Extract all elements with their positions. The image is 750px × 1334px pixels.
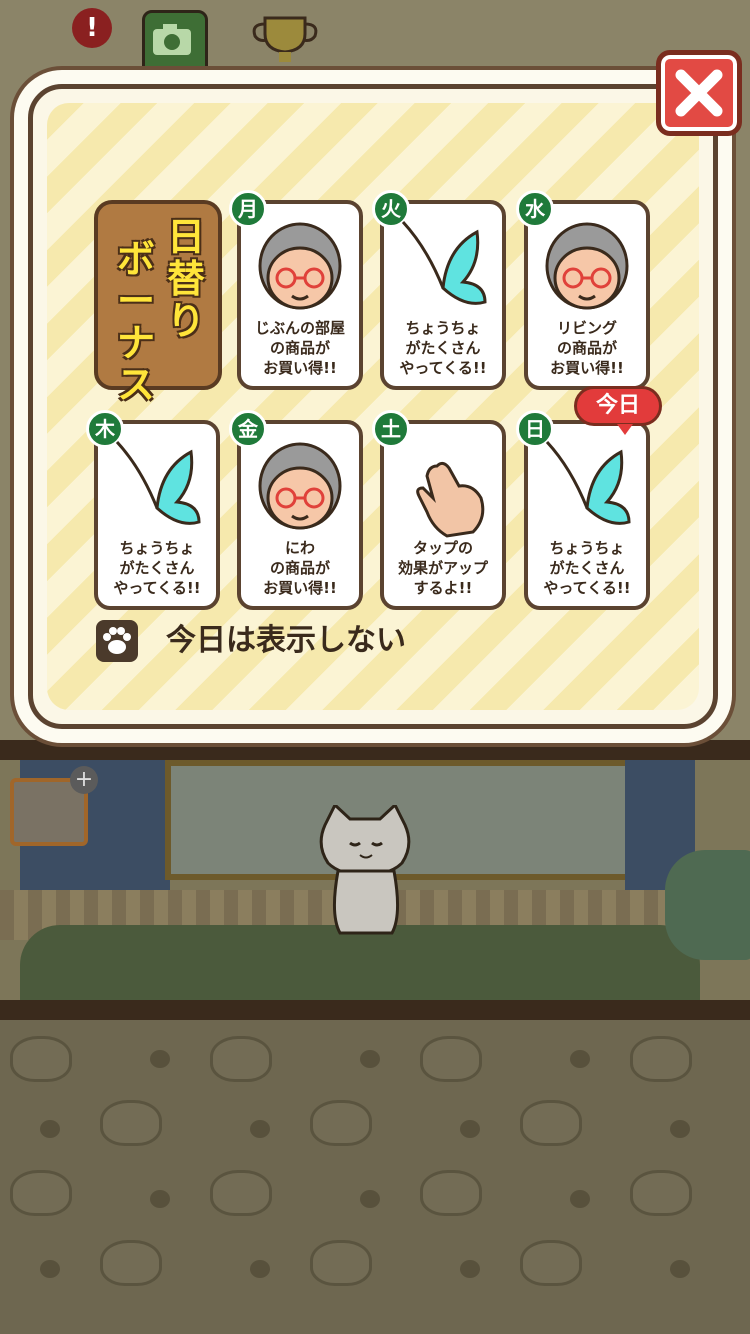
paw-checkbox[interactable] bbox=[96, 620, 138, 662]
paw-pattern-icon bbox=[150, 1190, 170, 1208]
camera-icon bbox=[153, 24, 191, 55]
day-card-friday: 金 にわ の商品が お買い得!! bbox=[229, 410, 363, 610]
cat-pattern-icon bbox=[630, 1170, 692, 1216]
room-view: + bbox=[0, 760, 750, 1010]
paw-icon bbox=[103, 627, 131, 654]
cat-pattern-floor bbox=[0, 1020, 750, 1334]
paw-pattern-icon bbox=[360, 1190, 380, 1208]
zoom-frame-button[interactable]: + bbox=[10, 766, 98, 846]
day-card-wednesday: 水 リビング の商品が お買い得!! bbox=[516, 190, 650, 390]
cat-pattern-icon bbox=[10, 1170, 72, 1216]
day-card-saturday: 土 タップの 効果がアップ するよ!! bbox=[372, 410, 506, 610]
day-card-monday: 月 じぶんの部屋 の商品が お買い得!! bbox=[229, 190, 363, 390]
tap-hand-icon bbox=[416, 461, 485, 538]
paw-pattern-icon bbox=[150, 1050, 170, 1068]
day-caption: ちょうちょ がたくさん やってくる!! bbox=[113, 539, 201, 597]
room-divider-lower bbox=[0, 1000, 750, 1020]
paw-pattern-icon bbox=[250, 1260, 270, 1278]
cat-pattern-icon bbox=[210, 1036, 272, 1082]
grandma-icon bbox=[545, 222, 629, 310]
cat-pattern-icon bbox=[210, 1170, 272, 1216]
day-caption: ちょうちょ がたくさん やってくる!! bbox=[543, 539, 631, 597]
day-card-thursday: 木 ちょうちょ がたくさん やってくる!! bbox=[86, 410, 220, 610]
close-button[interactable] bbox=[656, 50, 742, 136]
cat-pattern-icon bbox=[420, 1170, 482, 1216]
daily-bonus-title-board: 日替り ボーナス bbox=[94, 200, 222, 406]
cat-pattern-icon bbox=[310, 1100, 372, 1146]
cat-pattern-icon bbox=[630, 1036, 692, 1082]
butterfly-icon bbox=[115, 440, 201, 525]
magnifier-icon: + bbox=[70, 766, 98, 794]
butterfly-icon bbox=[401, 220, 487, 305]
room-divider bbox=[0, 740, 750, 760]
paw-pattern-icon bbox=[460, 1260, 480, 1278]
cat-pattern-icon bbox=[520, 1100, 582, 1146]
day-caption: にわ の商品が お買い得!! bbox=[263, 539, 337, 597]
paw-pattern-icon bbox=[460, 1120, 480, 1138]
paw-pattern-icon bbox=[40, 1120, 60, 1138]
cat-pattern-icon bbox=[520, 1240, 582, 1286]
paw-pattern-icon bbox=[570, 1050, 590, 1068]
day-caption: ちょうちょ がたくさん やってくる!! bbox=[399, 319, 487, 377]
title-line-2: ボーナス bbox=[116, 237, 155, 407]
cat-pattern-icon bbox=[10, 1036, 72, 1082]
today-badge: 今日 bbox=[574, 386, 662, 435]
day-caption: リビング の商品が お買い得!! bbox=[550, 319, 624, 377]
day-card-sunday: 日 ちょうちょ がたくさん やってくる!! bbox=[516, 410, 650, 610]
alert-icon[interactable]: ! bbox=[72, 8, 112, 48]
close-x-icon bbox=[675, 69, 723, 117]
grandma-icon bbox=[258, 222, 342, 310]
cat-pattern-icon bbox=[420, 1036, 482, 1082]
trophy-button[interactable] bbox=[245, 10, 325, 70]
grandma-icon bbox=[258, 442, 342, 530]
cat-sprite[interactable] bbox=[310, 805, 420, 940]
cat-pattern-icon bbox=[100, 1240, 162, 1286]
trophy-icon bbox=[252, 16, 318, 62]
camera-button[interactable] bbox=[142, 10, 208, 76]
paw-pattern-icon bbox=[670, 1260, 690, 1278]
paw-pattern-icon bbox=[570, 1190, 590, 1208]
day-caption: じぶんの部屋 の商品が お買い得!! bbox=[254, 319, 345, 377]
dont-show-label: 今日は表示しない bbox=[166, 623, 406, 658]
title-line-1: 日替り bbox=[166, 215, 205, 343]
paw-pattern-icon bbox=[250, 1120, 270, 1138]
day-caption: タップの 効果がアップ するよ!! bbox=[397, 539, 488, 597]
day-card-tuesday: 火 ちょうちょ がたくさん やってくる!! bbox=[372, 190, 506, 390]
cushion-roll bbox=[665, 850, 750, 960]
cat-pattern-icon bbox=[100, 1100, 162, 1146]
paw-pattern-icon bbox=[40, 1260, 60, 1278]
cat-pattern-icon bbox=[310, 1240, 372, 1286]
paw-pattern-icon bbox=[670, 1120, 690, 1138]
butterfly-icon bbox=[545, 440, 631, 525]
paw-pattern-icon bbox=[360, 1050, 380, 1068]
